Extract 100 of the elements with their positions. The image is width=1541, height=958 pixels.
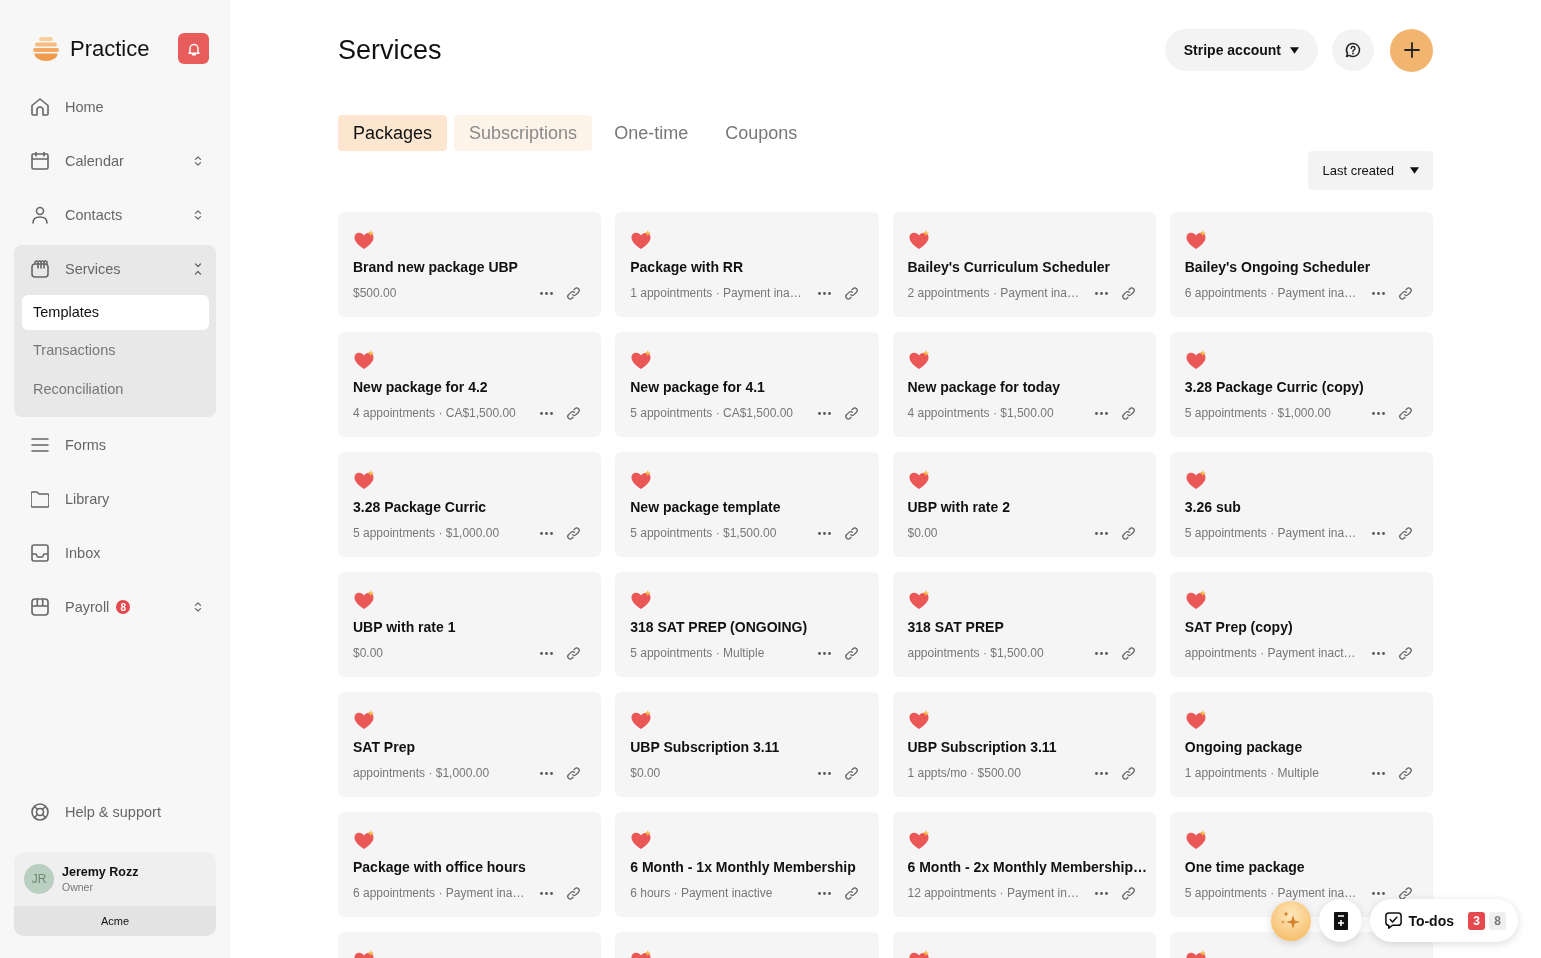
more-icon[interactable] [1094, 771, 1108, 775]
link-icon[interactable] [843, 645, 859, 661]
link-icon[interactable] [566, 765, 582, 781]
service-card[interactable]: 318 SAT PREP appointments · $1,500.00 [892, 572, 1156, 677]
sort-dropdown[interactable]: Last created [1308, 151, 1433, 190]
collapse-chevrons-icon[interactable] [193, 262, 203, 276]
more-icon[interactable] [817, 771, 831, 775]
link-icon[interactable] [843, 405, 859, 421]
link-icon[interactable] [843, 285, 859, 301]
more-icon[interactable] [817, 531, 831, 535]
nav-item[interactable]: Home [14, 80, 216, 134]
more-icon[interactable] [1094, 891, 1108, 895]
more-icon[interactable] [1094, 411, 1108, 415]
expand-chevrons-icon[interactable] [193, 600, 203, 614]
link-icon[interactable] [566, 645, 582, 661]
link-icon[interactable] [1398, 765, 1413, 781]
link-icon[interactable] [566, 885, 582, 901]
link-icon[interactable] [1398, 645, 1413, 661]
link-icon[interactable] [1120, 285, 1136, 301]
service-card[interactable]: UBP with rate 1 $0.00 [338, 572, 602, 677]
more-icon[interactable] [1372, 771, 1385, 775]
nav-item[interactable]: Services [14, 245, 216, 293]
service-card[interactable]: UBP with rate 2 $0.00 [892, 452, 1156, 557]
more-icon[interactable] [1372, 891, 1385, 895]
service-card[interactable]: New package for 4.1 5 appointments · CA$1,500.00 [615, 332, 879, 437]
sparkling-heart-icon [630, 830, 653, 850]
help-button[interactable] [1332, 29, 1374, 71]
more-icon[interactable] [1372, 531, 1385, 535]
more-icon[interactable] [1094, 291, 1108, 295]
service-card[interactable]: Package with office hours 6 appointments · Payment ina… [338, 812, 602, 917]
link-icon[interactable] [1398, 885, 1413, 901]
link-icon[interactable] [566, 525, 582, 541]
service-card[interactable]: 3.26 sub 5 appointments · Payment ina… [1169, 452, 1433, 557]
more-icon[interactable] [817, 411, 831, 415]
link-icon[interactable] [1120, 645, 1136, 661]
service-card[interactable]: SAT Prep (copy) appointments · Payment inact… [1169, 572, 1433, 677]
service-card[interactable]: Brand new package UBP $500.00 [338, 212, 602, 317]
more-icon[interactable] [540, 531, 554, 535]
link-icon[interactable] [566, 405, 582, 421]
more-icon[interactable] [1372, 411, 1385, 415]
help-link[interactable]: Help & support [14, 785, 216, 839]
service-card[interactable]: UBP Subscription 3.11 $0.00 [615, 692, 879, 797]
service-card[interactable]: UBP Subscription 3.11 1 appts/mo · $500.00 [892, 692, 1156, 797]
more-icon[interactable] [1372, 291, 1385, 295]
nav-item[interactable]: Calendar [14, 134, 216, 188]
more-icon[interactable] [540, 771, 554, 775]
link-icon[interactable] [1120, 525, 1136, 541]
more-icon[interactable] [1372, 651, 1385, 655]
more-icon[interactable] [817, 291, 831, 295]
notifications-button[interactable] [178, 33, 209, 64]
tab[interactable]: Coupons [710, 115, 813, 151]
tab[interactable]: Packages [338, 115, 448, 151]
service-card[interactable]: 3.28 Package Curric (copy) 5 appointments · $1,000.00 [1169, 332, 1433, 437]
subnav-item[interactable]: Reconciliation [22, 370, 209, 409]
link-icon[interactable] [1398, 405, 1413, 421]
link-icon[interactable] [843, 885, 859, 901]
service-card[interactable]: One time package 5 appointments · Payment ina… [1169, 812, 1433, 917]
service-card[interactable]: SAT Prep appointments · $1,000.00 [338, 692, 602, 797]
subnav-item[interactable]: Templates [22, 295, 209, 330]
link-icon[interactable] [566, 285, 582, 301]
service-card[interactable]: Package with RR 1 appointments · Payment ina… [615, 212, 879, 317]
more-icon[interactable] [540, 291, 554, 295]
link-icon[interactable] [1398, 285, 1413, 301]
link-icon[interactable] [1120, 765, 1136, 781]
service-card[interactable]: New package template 5 appointments · $1,500.00 [615, 452, 879, 557]
link-icon[interactable] [1120, 885, 1136, 901]
more-icon[interactable] [1094, 531, 1108, 535]
service-card[interactable]: New package for today 4 appointments · $1,500.00 [892, 332, 1156, 437]
nav-item[interactable]: Payroll 8 [14, 580, 216, 634]
service-card[interactable]: Ongoing package 1 appointments · Multiple [1169, 692, 1433, 797]
nav-item[interactable]: Inbox [14, 526, 216, 580]
more-icon[interactable] [817, 891, 831, 895]
tab[interactable]: One-time [599, 115, 704, 151]
more-icon[interactable] [540, 651, 554, 655]
service-card[interactable]: 3.28 Package Curric 5 appointments · $1,000.00 [338, 452, 602, 557]
link-icon[interactable] [843, 765, 859, 781]
service-card[interactable]: 6 Month - 1x Monthly Membership 6 hours · Payment inactive [615, 812, 879, 917]
card-details: 6 appointments · Payment ina… [353, 886, 526, 900]
service-card[interactable]: 6 Month - 2x Monthly Membership… 12 appointments · Payment in… [892, 812, 1156, 917]
nav-item[interactable]: Forms [14, 418, 216, 472]
link-icon[interactable] [1120, 405, 1136, 421]
more-icon[interactable] [540, 891, 554, 895]
more-icon[interactable] [817, 651, 831, 655]
link-icon[interactable] [843, 525, 859, 541]
expand-chevrons-icon[interactable] [193, 154, 203, 168]
service-card[interactable]: Bailey's Ongoing Scheduler 6 appointments · Payment ina… [1169, 212, 1433, 317]
service-card[interactable]: New package for 4.2 4 appointments · CA$1,500.00 [338, 332, 602, 437]
nav-item[interactable]: Library [14, 472, 216, 526]
subnav-item[interactable]: Transactions [22, 331, 209, 370]
expand-chevrons-icon[interactable] [193, 208, 203, 222]
link-icon[interactable] [1398, 525, 1413, 541]
add-button[interactable] [1390, 28, 1433, 72]
todos-button[interactable]: To-dos 3 8 [1370, 899, 1518, 942]
service-card[interactable]: 318 SAT PREP (ONGOING) 5 appointments · Multiple [615, 572, 879, 677]
nav-item[interactable]: Contacts [14, 188, 216, 242]
service-card[interactable]: Bailey's Curriculum Scheduler 2 appointments · Payment ina… [892, 212, 1156, 317]
more-icon[interactable] [540, 411, 554, 415]
organization-switcher[interactable]: Acme [14, 906, 216, 936]
account-dropdown[interactable]: Stripe account [1164, 29, 1318, 71]
more-icon[interactable] [1094, 651, 1108, 655]
